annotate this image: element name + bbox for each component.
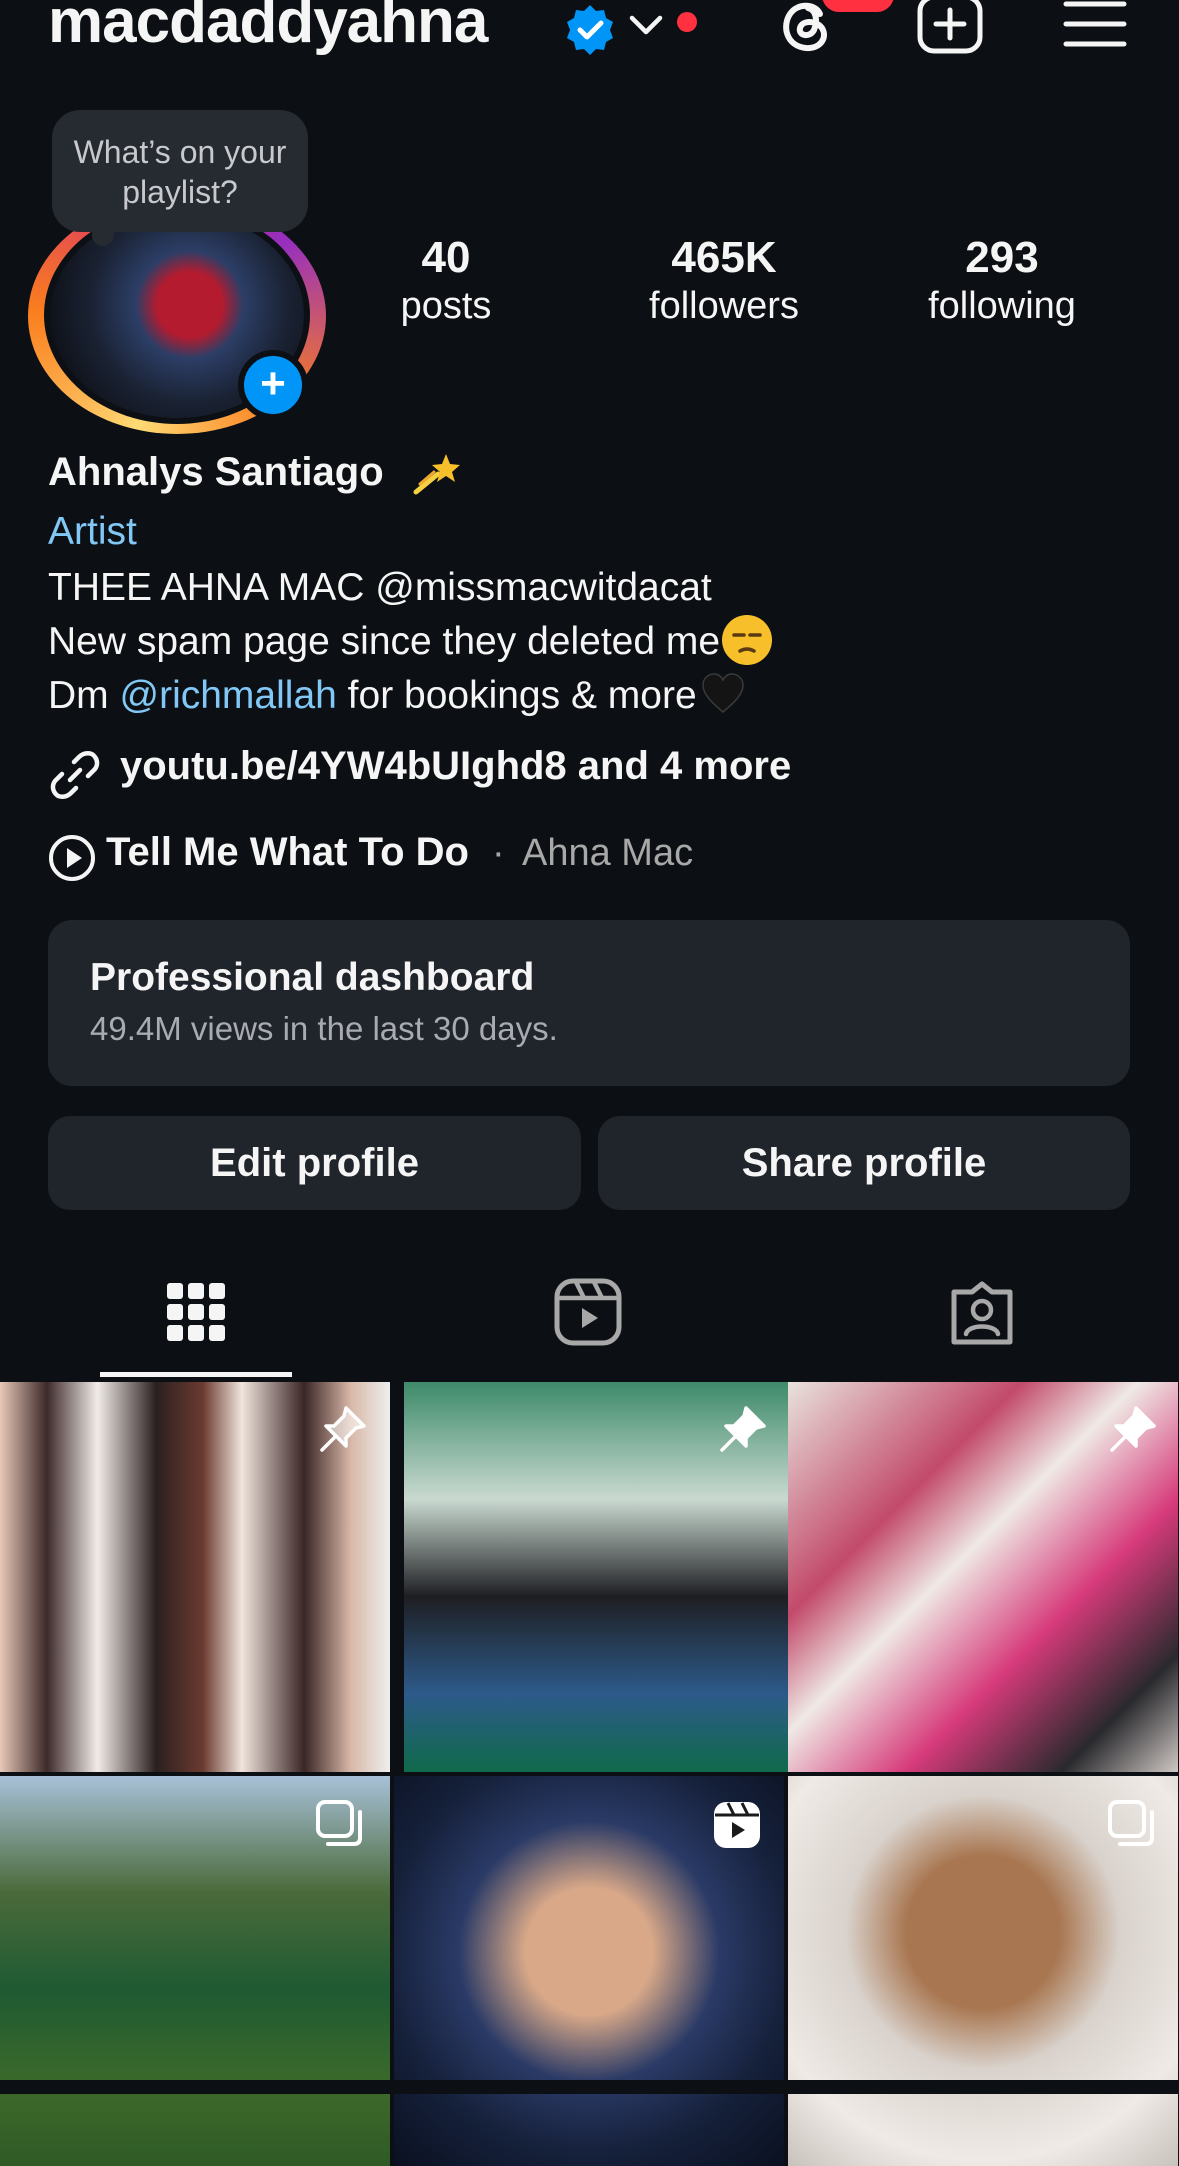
carousel-icon: [314, 1798, 364, 1853]
pin-icon: [716, 1404, 768, 1461]
bio-link[interactable]: youtu.be/4YW4bUIghd8 and 4 more: [120, 744, 791, 789]
notification-dot: [677, 12, 697, 32]
post-thumbnail[interactable]: [0, 1776, 390, 2166]
pin-icon: [316, 1404, 368, 1461]
stat-following-value: 293: [965, 233, 1039, 282]
chevron-down-icon[interactable]: [628, 10, 664, 40]
bio-line-2: New spam page since they deleted me: [48, 614, 773, 669]
post-thumbnail[interactable]: [0, 1382, 390, 1772]
play-circle-icon[interactable]: [48, 834, 96, 882]
full-name: Ahnalys Santiago: [48, 450, 384, 494]
post-thumbnail[interactable]: [788, 1382, 1178, 1772]
bottom-edge: [0, 2080, 1179, 2094]
music-separator: ·: [492, 832, 505, 874]
music-artist[interactable]: Ahna Mac: [522, 832, 693, 875]
bio-line-3-suffix: for bookings & more: [336, 674, 697, 717]
tab-reels[interactable]: [500, 1272, 680, 1372]
note-bubble[interactable]: What’s on your playlist?: [52, 110, 308, 232]
music-title[interactable]: Tell Me What To Do: [106, 830, 469, 875]
create-icon[interactable]: [915, 0, 985, 56]
bio-line-2-text: New spam page since they deleted me: [48, 620, 721, 663]
share-profile-button[interactable]: Share profile: [598, 1116, 1130, 1210]
post-thumbnail[interactable]: [404, 1382, 794, 1772]
menu-icon[interactable]: [1062, 0, 1128, 50]
active-tab-indicator: [100, 1372, 292, 1377]
link-icon: [48, 748, 102, 802]
stat-posts-label: posts: [400, 285, 492, 327]
black-heart-icon: [701, 672, 745, 716]
shooting-star-icon: [412, 448, 464, 500]
verified-badge-icon: [562, 2, 618, 58]
tab-posts-grid[interactable]: [100, 1272, 292, 1372]
unamused-face-icon: [722, 614, 773, 665]
threads-notification-badge: [822, 0, 894, 12]
stat-posts[interactable]: 40 posts: [326, 234, 566, 330]
stat-followers-label: followers: [649, 285, 799, 327]
bio-mention-link[interactable]: @richmallah: [120, 674, 337, 717]
stat-followers-value: 465K: [671, 233, 777, 282]
reels-icon: [712, 1800, 762, 1855]
category-label: Artist: [48, 510, 137, 553]
tab-tagged[interactable]: [892, 1272, 1072, 1372]
carousel-icon: [1106, 1798, 1156, 1853]
add-story-icon[interactable]: +: [238, 350, 308, 420]
stat-posts-value: 40: [421, 233, 471, 282]
stat-following-label: following: [928, 285, 1076, 327]
edit-profile-button[interactable]: Edit profile: [48, 1116, 581, 1210]
dashboard-title: Professional dashboard: [90, 956, 535, 999]
professional-dashboard[interactable]: [48, 920, 1130, 1086]
bio-line-3-prefix: Dm: [48, 674, 120, 717]
post-thumbnail[interactable]: [394, 1776, 784, 2166]
reels-icon: [554, 1278, 622, 1346]
bio-line-3: Dm @richmallah for bookings & more: [48, 672, 745, 720]
post-thumbnail[interactable]: [788, 1776, 1178, 2166]
dashboard-subtitle: 49.4M views in the last 30 days.: [90, 1010, 558, 1047]
profile-username[interactable]: macdaddyahna: [48, 0, 488, 57]
tagged-icon: [948, 1280, 1016, 1346]
bio-line-1: THEE AHNA MAC @missmacwitdacat: [48, 566, 712, 609]
pin-icon: [1106, 1404, 1158, 1461]
grid-icon: [166, 1282, 226, 1342]
stat-following[interactable]: 293 following: [882, 234, 1122, 330]
stat-followers[interactable]: 465K followers: [604, 234, 844, 330]
